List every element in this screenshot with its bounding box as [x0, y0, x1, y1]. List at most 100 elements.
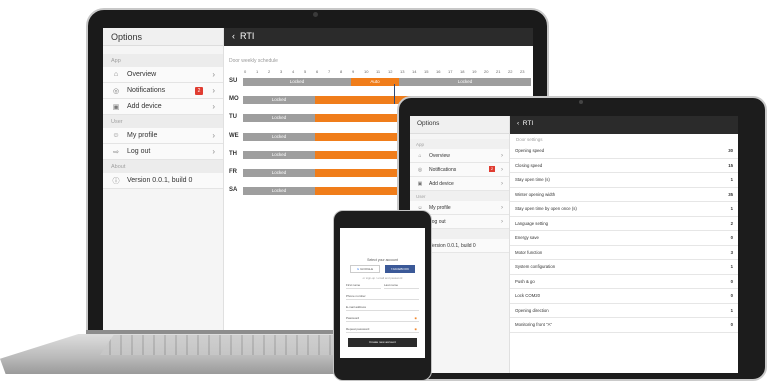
settings-row[interactable]: Lock COM20 0 [510, 289, 738, 304]
facebook-signin-button[interactable]: f FACEBOOK [385, 265, 415, 273]
hour-tick: 0 [244, 69, 247, 74]
setting-label: Language setting [515, 220, 548, 226]
add-device-icon: ▣ [112, 103, 120, 111]
google-signin-button[interactable]: G GOOGLE [350, 265, 380, 273]
tablet-item-label: My profile [429, 204, 451, 211]
settings-row[interactable]: Stay open time (s) 1 [510, 173, 738, 188]
sidebar-item-label: Add device [127, 103, 162, 110]
schedule-segment[interactable]: Auto [351, 78, 399, 86]
chevron-right-icon: › [501, 218, 503, 225]
chevron-right-icon: › [212, 86, 215, 95]
settings-list: Opening speed 30 Closing speed 15 Stay open … [510, 144, 738, 333]
tablet-section-user: User [410, 191, 509, 201]
setting-value: 3 [730, 249, 733, 255]
sidebar-item-overview[interactable]: ⌂ Overview › [103, 67, 223, 83]
sidebar-item-add-device[interactable]: ▣ Add device › [103, 99, 223, 115]
chevron-right-icon: › [501, 204, 503, 211]
settings-row[interactable]: Motor function 3 [510, 246, 738, 260]
sidebar-item-log-out[interactable]: ⇨ Log out › [103, 144, 223, 160]
or-separator: or sign-up / email and password [362, 276, 403, 280]
home-icon: ⌂ [418, 152, 422, 159]
settings-row[interactable]: Push & go 0 [510, 275, 738, 289]
settings-row[interactable]: Opening direction 1 [510, 304, 738, 318]
sidebar-item-notifications[interactable]: ◎ Notifications 2 › [103, 83, 223, 99]
day-label: SA [229, 187, 238, 194]
bell-icon: ◎ [417, 166, 423, 173]
hour-tick: 22 [508, 69, 513, 74]
hour-tick: 23 [520, 69, 525, 74]
home-icon: ⌂ [113, 71, 119, 78]
chevron-right-icon: › [501, 166, 503, 173]
settings-section-title: Door settings [510, 134, 738, 144]
tablet-item-overview[interactable]: ⌂ Overview › [410, 149, 509, 163]
tablet-item-label: Overview [429, 152, 450, 159]
create-account-button[interactable]: Create new account [348, 338, 417, 347]
day-label: FR [229, 169, 237, 175]
hour-tick: 4 [292, 69, 295, 74]
day-label: MO [229, 96, 239, 103]
first-name-field[interactable]: First name [346, 283, 381, 289]
current-time-marker [394, 84, 396, 104]
settings-row[interactable]: Energy save 0 [510, 231, 738, 246]
schedule-segment[interactable]: Locked [243, 78, 351, 86]
schedule-segment[interactable]: Locked [243, 169, 315, 177]
eye-icon[interactable]: ◉ [414, 327, 417, 331]
tablet-item-notifications[interactable]: ◎ Notifications 2 › [410, 163, 509, 177]
tablet-version-text: Version 0.0.1, build 0 [429, 242, 476, 249]
eye-icon[interactable]: ◉ [414, 316, 417, 320]
tablet-item-label: Notifications [429, 166, 457, 173]
settings-row[interactable]: Winter opening width 35 [510, 188, 738, 202]
tablet-page-title: RTI [522, 120, 534, 127]
settings-row[interactable]: Stay open time by open once (s) 1 [510, 202, 738, 217]
repeat-password-field[interactable]: Repeat password ◉ [346, 327, 419, 333]
setting-label: Stay open time (s) [515, 177, 550, 183]
settings-row[interactable]: Opening speed 30 [510, 144, 738, 159]
settings-row[interactable]: Language setting 2 [510, 217, 738, 231]
password-label: Password [346, 316, 360, 320]
settings-row[interactable]: System configuration 1 [510, 260, 738, 275]
section-about: About [103, 160, 223, 173]
section-user: User [103, 115, 223, 128]
last-name-field[interactable]: Last name [384, 283, 419, 289]
setting-value: 0 [730, 293, 733, 299]
tablet-camera [579, 100, 583, 104]
chevron-right-icon: › [212, 70, 215, 79]
chevron-right-icon: › [212, 102, 215, 111]
hour-tick: 19 [472, 69, 477, 74]
settings-row[interactable]: Closing speed 15 [510, 159, 738, 173]
back-icon[interactable]: ‹ [232, 31, 235, 41]
tablet-section-app: App [410, 139, 509, 149]
hour-tick: 8 [340, 69, 343, 74]
setting-value: 1 [730, 264, 733, 270]
email-field[interactable]: E-mail address [346, 305, 419, 311]
schedule-segment[interactable]: Locked [243, 187, 315, 196]
phone-number-field[interactable]: Phone number [346, 294, 419, 300]
settings-row[interactable]: Monitoring front "A" 0 [510, 318, 738, 333]
back-icon[interactable]: ‹ [517, 120, 519, 127]
day-schedule-bar[interactable]: Locked Auto Locked [243, 78, 531, 86]
schedule-segment[interactable]: Locked [243, 150, 315, 159]
setting-label: Motor function [515, 249, 543, 255]
setting-value: 15 [728, 162, 733, 168]
setting-label: Stay open time by open once (s) [515, 206, 577, 212]
schedule-segment[interactable]: Locked [243, 114, 315, 123]
tablet-item-add-device[interactable]: ▣ Add device › [410, 177, 509, 191]
password-field[interactable]: Password ◉ [346, 316, 419, 322]
schedule-segment[interactable]: Locked [399, 78, 531, 86]
day-label: TH [229, 150, 237, 157]
schedule-segment[interactable]: Locked [243, 96, 315, 105]
page-title: RTI [240, 31, 255, 41]
hour-tick: 13 [400, 69, 405, 74]
bell-icon: ◎ [112, 87, 120, 95]
hour-tick: 15 [424, 69, 429, 74]
sidebar-item-label: Notifications [127, 87, 166, 94]
setting-label: Winter opening width [515, 191, 556, 197]
version-text: Version 0.0.1, build 0 [127, 177, 193, 184]
schedule-segment[interactable]: Locked [243, 132, 315, 141]
hour-tick: 11 [376, 69, 381, 74]
sidebar-item-my-profile[interactable]: ☺ My profile › [103, 128, 223, 144]
hour-tick: 14 [412, 69, 417, 74]
tablet-screen: Options App ⌂ Overview › ◎ Notifications 2 › … [410, 116, 738, 373]
hour-tick: 21 [496, 69, 501, 74]
hour-tick: 20 [484, 69, 489, 74]
